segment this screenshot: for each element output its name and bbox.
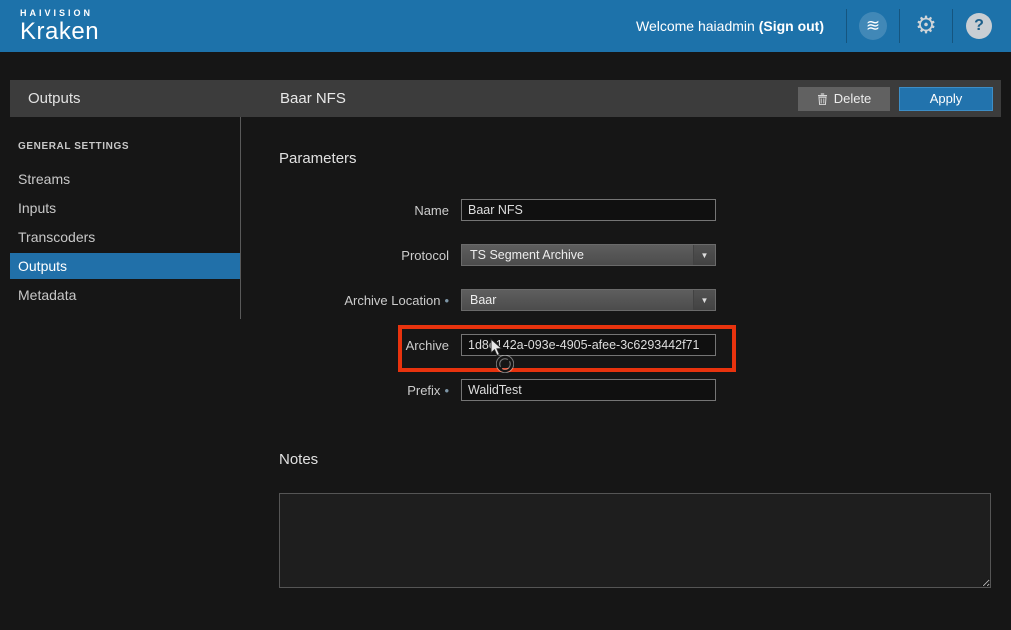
sidebar-item-inputs[interactable]: Inputs [10, 195, 240, 221]
archive-location-selected-value: Baar [470, 293, 496, 307]
prefix-label: Prefix • [279, 383, 461, 398]
apply-button[interactable]: Apply [899, 87, 993, 111]
chevron-down-icon: ▼ [693, 245, 715, 265]
sidebar-item-streams[interactable]: Streams [10, 166, 240, 192]
archive-label: Archive [279, 338, 461, 353]
main-panel: Parameters Name Protocol TS Segment Arch… [241, 117, 1001, 593]
brand-kraken: Kraken [20, 20, 99, 44]
page-container: Outputs Baar NFS Delete Apply GENERAL SE… [10, 80, 1001, 593]
welcome-text: Welcome haiadmin (Sign out) [636, 18, 824, 34]
protocol-label: Protocol [279, 248, 461, 263]
apply-button-label: Apply [930, 91, 963, 106]
settings-button[interactable]: ⚙ [908, 8, 944, 44]
section-label: Outputs [10, 90, 242, 107]
brand-haivision: HAIVISION [20, 9, 99, 18]
required-dot: • [444, 293, 449, 308]
page-title: Baar NFS [242, 90, 798, 107]
notes-textarea[interactable] [279, 493, 991, 588]
prefix-label-text: Prefix [407, 383, 440, 398]
brand-logo: HAIVISION Kraken [20, 9, 99, 44]
prefix-input[interactable] [461, 379, 716, 401]
stream-waves-icon: ≋ [859, 12, 887, 40]
archive-location-row: Archive Location • Baar ▼ [279, 289, 991, 311]
sidebar-heading: GENERAL SETTINGS [10, 141, 240, 166]
archive-input[interactable] [461, 334, 716, 356]
sidebar-item-metadata[interactable]: Metadata [10, 282, 240, 308]
gear-icon: ⚙ [915, 14, 937, 38]
sidebar-item-outputs[interactable]: Outputs [10, 253, 240, 279]
top-bar: HAIVISION Kraken Welcome haiadmin (Sign … [0, 0, 1011, 52]
required-dot: • [444, 383, 449, 398]
name-input[interactable] [461, 199, 716, 221]
archive-location-dropdown[interactable]: Baar ▼ [461, 289, 716, 311]
archive-location-label-text: Archive Location [344, 293, 440, 308]
help-button[interactable]: ? [961, 8, 997, 44]
parameters-heading: Parameters [279, 150, 991, 167]
chevron-down-icon: ▼ [693, 290, 715, 310]
sidebar: GENERAL SETTINGS Streams Inputs Transcod… [10, 117, 240, 593]
protocol-row: Protocol TS Segment Archive ▼ [279, 244, 991, 266]
topbar-separator [899, 9, 900, 43]
topbar-separator [952, 9, 953, 43]
name-label: Name [279, 203, 461, 218]
trash-icon [817, 93, 828, 105]
page-toolbar: Outputs Baar NFS Delete Apply [10, 80, 1001, 117]
protocol-dropdown[interactable]: TS Segment Archive ▼ [461, 244, 716, 266]
sidebar-item-transcoders[interactable]: Transcoders [10, 224, 240, 250]
name-row: Name [279, 199, 991, 221]
prefix-row: Prefix • [279, 379, 991, 401]
welcome-prefix: Welcome haiadmin [636, 18, 759, 34]
delete-button[interactable]: Delete [798, 87, 890, 111]
archive-row: Archive [279, 334, 991, 356]
topbar-separator [846, 9, 847, 43]
stream-status-button[interactable]: ≋ [855, 8, 891, 44]
protocol-selected-value: TS Segment Archive [470, 248, 584, 262]
archive-location-label: Archive Location • [279, 293, 461, 308]
sign-out-link[interactable]: (Sign out) [759, 18, 824, 34]
help-icon: ? [966, 13, 992, 39]
delete-button-label: Delete [834, 91, 872, 106]
notes-heading: Notes [279, 451, 991, 468]
